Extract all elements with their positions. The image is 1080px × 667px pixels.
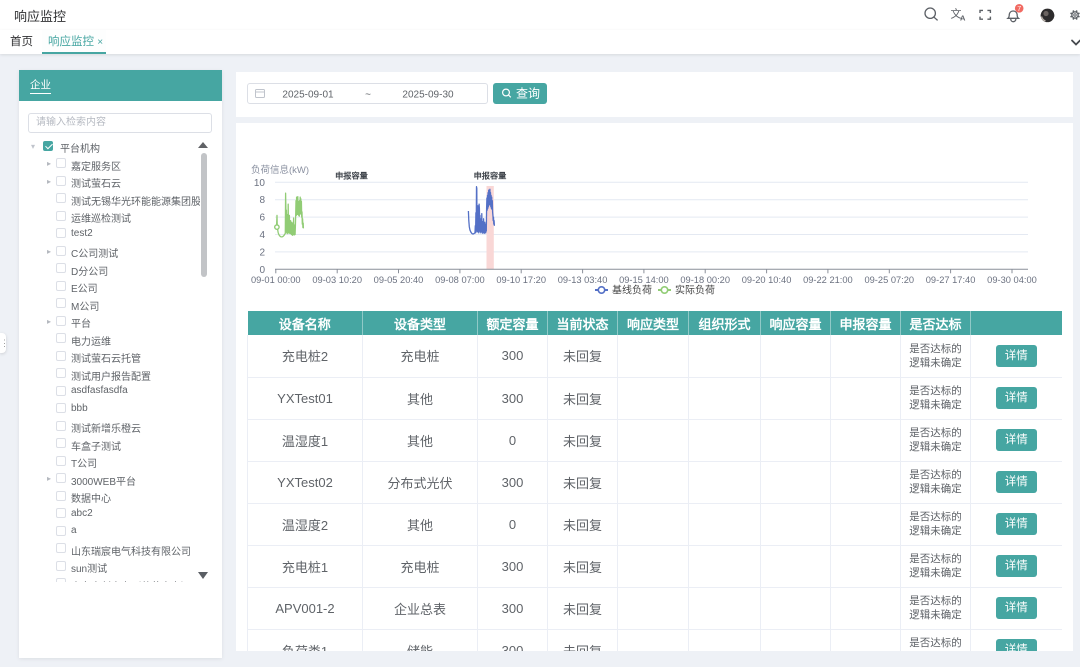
svg-text:2: 2 (259, 247, 265, 258)
svg-text:10: 10 (254, 178, 266, 189)
svg-text:09-03 10:20: 09-03 10:20 (312, 275, 362, 285)
svg-text:6: 6 (259, 213, 265, 224)
svg-text:09-18 00:20: 09-18 00:20 (680, 275, 730, 285)
svg-text:~: ~ (365, 90, 371, 101)
svg-text:7: 7 (1017, 6, 1021, 13)
svg-text:申报容量: 申报容量 (474, 171, 507, 181)
svg-text:实际负荷: 实际负荷 (675, 284, 715, 297)
svg-text:查询: 查询 (516, 87, 540, 101)
svg-text:09-08 07:00: 09-08 07:00 (435, 275, 485, 285)
svg-text:09-10 17:20: 09-10 17:20 (496, 275, 546, 285)
svg-text:09-05 20:40: 09-05 20:40 (374, 275, 424, 285)
svg-text:A: A (960, 14, 966, 23)
svg-text:2025-09-30: 2025-09-30 (402, 90, 454, 101)
svg-text:09-22 21:00: 09-22 21:00 (803, 275, 853, 285)
svg-text:2025-09-01: 2025-09-01 (282, 90, 334, 101)
svg-text:09-27 17:40: 09-27 17:40 (926, 275, 976, 285)
svg-text:负荷信息(kW): 负荷信息(kW) (251, 164, 309, 176)
svg-text:09-20 10:40: 09-20 10:40 (742, 275, 792, 285)
svg-text:8: 8 (259, 195, 265, 206)
svg-text:09-13 03:40: 09-13 03:40 (558, 275, 608, 285)
svg-text:09-25 07:20: 09-25 07:20 (864, 275, 914, 285)
svg-text:09-30 04:00: 09-30 04:00 (987, 275, 1037, 285)
svg-text:09-15 14:00: 09-15 14:00 (619, 275, 669, 285)
svg-text:申报容量: 申报容量 (335, 171, 368, 181)
svg-text:09-01 00:00: 09-01 00:00 (251, 275, 301, 285)
svg-text:4: 4 (259, 230, 265, 241)
svg-text:基线负荷: 基线负荷 (612, 284, 652, 297)
